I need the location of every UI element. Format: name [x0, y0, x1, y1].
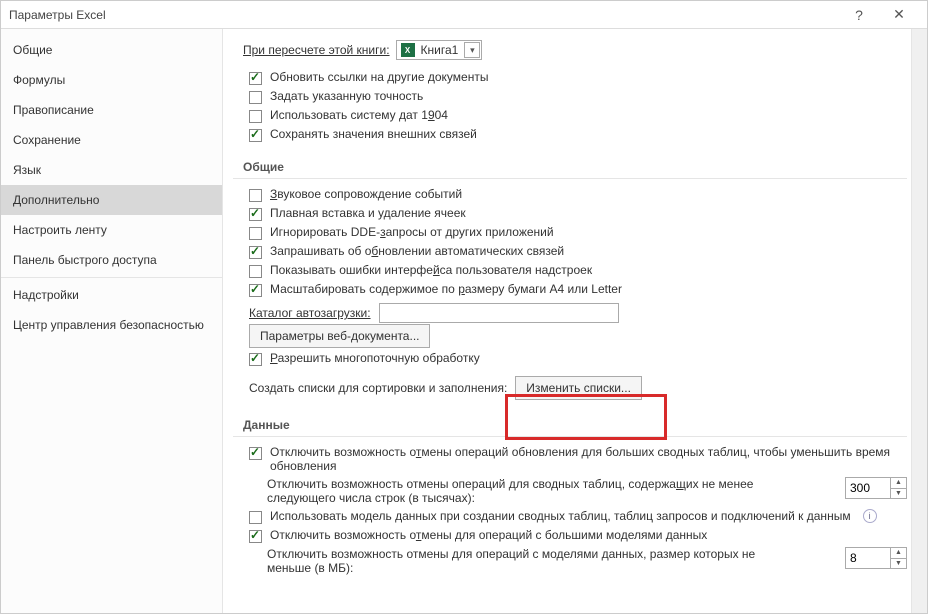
rows-spinner-input[interactable] [846, 478, 890, 498]
checkbox-icon [249, 72, 262, 85]
content-wrap: При пересчете этой книги: X Книга1 ▾ Обн… [223, 29, 927, 613]
opt-disable-undo-large-model[interactable]: Отключить возможность отмены для операци… [243, 528, 907, 543]
arrow-down-icon: ▼ [891, 489, 906, 499]
checkbox-icon [249, 284, 262, 297]
checkbox-icon [249, 91, 262, 104]
sidebar-separator [1, 277, 222, 278]
workbook-dropdown[interactable]: X Книга1 ▾ [396, 40, 483, 60]
section-general: Общие [233, 154, 907, 179]
web-document-options-button[interactable]: Параметры веб-документа... [249, 324, 430, 348]
dialog-body: Общие Формулы Правописание Сохранение Яз… [1, 29, 927, 613]
opt-update-links[interactable]: Обновить ссылки на другие документы [243, 70, 907, 85]
opt-disable-undo-rows: Отключить возможность отмены операций дл… [261, 477, 907, 505]
checkbox-icon [249, 129, 262, 142]
sidebar-item-advanced[interactable]: Дополнительно [1, 185, 222, 215]
opt-multithread[interactable]: Разрешить многопоточную обработку [243, 351, 907, 366]
mb-spinner[interactable]: ▲▼ [845, 547, 907, 569]
checkbox-icon [249, 447, 262, 460]
opt-1904-date[interactable]: Использовать систему дат 1904 [243, 108, 907, 123]
sidebar-item-trust-center[interactable]: Центр управления безопасностью [1, 310, 222, 340]
sidebar-item-language[interactable]: Язык [1, 155, 222, 185]
autostart-input[interactable] [379, 303, 619, 323]
rows-spinner[interactable]: ▲▼ [845, 477, 907, 499]
opt-use-data-model[interactable]: Использовать модель данных при создании … [243, 509, 907, 524]
workbook-name: Книга1 [421, 43, 459, 57]
checkbox-icon [249, 246, 262, 259]
window-title: Параметры Excel [9, 8, 839, 22]
checkbox-icon [249, 110, 262, 123]
section-data: Данные [233, 412, 907, 437]
spinner-arrows[interactable]: ▲▼ [890, 548, 906, 568]
checkbox-icon [249, 265, 262, 278]
info-icon[interactable]: i [863, 509, 877, 523]
opt-disable-undo-large-pivot[interactable]: Отключить возможность отмены операций об… [243, 445, 907, 473]
checkbox-icon [249, 227, 262, 240]
checkbox-icon [249, 189, 262, 202]
opt-ignore-dde[interactable]: Игнорировать DDE-запросы от других прило… [243, 225, 907, 240]
edit-custom-lists-button[interactable]: Изменить списки... [515, 376, 642, 400]
recalc-label: При пересчете этой книги: [243, 43, 390, 57]
opt-smooth-insert[interactable]: Плавная вставка и удаление ячеек [243, 206, 907, 221]
scrollbar[interactable] [911, 29, 927, 613]
sidebar-item-general[interactable]: Общие [1, 35, 222, 65]
sidebar-item-formulas[interactable]: Формулы [1, 65, 222, 95]
opt-ask-update-links[interactable]: Запрашивать об обновлении автоматических… [243, 244, 907, 259]
sidebar-item-quick-access[interactable]: Панель быстрого доступа [1, 245, 222, 275]
sidebar-item-save[interactable]: Сохранение [1, 125, 222, 155]
mb-spinner-input[interactable] [846, 548, 890, 568]
content: При пересчете этой книги: X Книга1 ▾ Обн… [223, 29, 927, 613]
arrow-up-icon: ▲ [891, 478, 906, 489]
sidebar-item-proofing[interactable]: Правописание [1, 95, 222, 125]
autostart-row: Каталог автозагрузки: [249, 303, 907, 323]
checkbox-icon [249, 353, 262, 366]
opt-set-precision[interactable]: Задать указанную точность [243, 89, 907, 104]
arrow-down-icon: ▼ [891, 559, 906, 569]
custom-lists-label: Создать списки для сортировки и заполнен… [249, 381, 507, 395]
checkbox-icon [249, 208, 262, 221]
opt-sound[interactable]: Звуковое сопровождение событий [243, 187, 907, 202]
sidebar-item-customize-ribbon[interactable]: Настроить ленту [1, 215, 222, 245]
titlebar: Параметры Excel ? ✕ [1, 1, 927, 29]
opt-show-addin-errors[interactable]: Показывать ошибки интерфейса пользовател… [243, 263, 907, 278]
opt-save-external[interactable]: Сохранять значения внешних связей [243, 127, 907, 142]
autostart-label: Каталог автозагрузки: [249, 306, 371, 320]
spinner-arrows[interactable]: ▲▼ [890, 478, 906, 498]
checkbox-icon [249, 511, 262, 524]
opt-disable-undo-model-size: Отключить возможность отмены для операци… [261, 547, 907, 575]
checkbox-icon [249, 530, 262, 543]
sidebar: Общие Формулы Правописание Сохранение Яз… [1, 29, 223, 613]
opt-scale-a4[interactable]: Масштабировать содержимое по размеру бум… [243, 282, 907, 297]
excel-icon: X [401, 43, 415, 57]
close-icon[interactable]: ✕ [879, 6, 919, 23]
sidebar-item-addins[interactable]: Надстройки [1, 280, 222, 310]
recalc-row: При пересчете этой книги: X Книга1 ▾ [243, 40, 907, 60]
excel-options-dialog: Параметры Excel ? ✕ Общие Формулы Правоп… [0, 0, 928, 614]
chevron-down-icon: ▾ [464, 42, 480, 58]
help-icon[interactable]: ? [839, 7, 879, 23]
custom-lists-row: Создать списки для сортировки и заполнен… [249, 376, 907, 400]
arrow-up-icon: ▲ [891, 548, 906, 559]
